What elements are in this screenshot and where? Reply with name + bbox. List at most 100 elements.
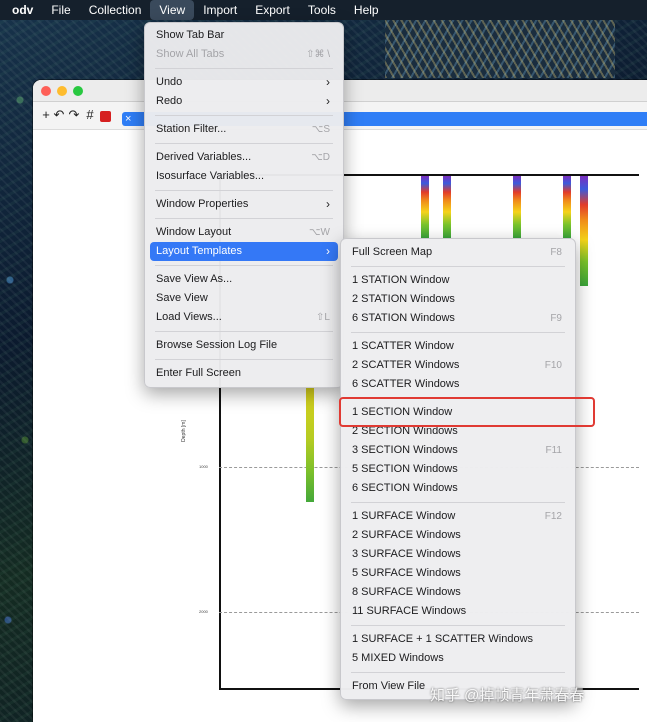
menu-tools[interactable]: Tools bbox=[299, 0, 345, 20]
submenu-item-6-section[interactable]: 6 SECTION Windows bbox=[346, 479, 570, 498]
submenu-item-6-station[interactable]: 6 STATION Windows F9 bbox=[346, 309, 570, 328]
menu-item-label: Redo bbox=[156, 95, 183, 107]
menu-separator bbox=[351, 502, 565, 503]
submenu-item-surface-scatter[interactable]: 1 SURFACE + 1 SCATTER Windows bbox=[346, 630, 570, 649]
menu-item-window-properties[interactable]: Window Properties › bbox=[150, 195, 338, 214]
grid-icon[interactable]: # bbox=[84, 108, 96, 122]
submenu-item-1-surface[interactable]: 1 SURFACE Window F12 bbox=[346, 507, 570, 526]
save-icon[interactable] bbox=[100, 111, 111, 122]
station-profile-bar[interactable] bbox=[580, 176, 588, 286]
redo-icon[interactable]: ↷ bbox=[68, 108, 80, 122]
menu-item-shortcut: ⌥D bbox=[311, 152, 330, 163]
menu-separator bbox=[351, 672, 565, 673]
submenu-item-11-surface[interactable]: 11 SURFACE Windows bbox=[346, 602, 570, 621]
menu-help[interactable]: Help bbox=[345, 0, 388, 20]
menu-item-window-layout[interactable]: Window Layout ⌥W bbox=[150, 223, 338, 242]
menu-separator bbox=[155, 190, 333, 191]
menu-separator bbox=[351, 332, 565, 333]
submenu-item-2-station[interactable]: 2 STATION Windows bbox=[346, 290, 570, 309]
view-menu: Show Tab Bar Show All Tabs ⇧⌘ \ Undo › R… bbox=[144, 22, 344, 388]
chevron-right-icon: › bbox=[326, 197, 330, 211]
submenu-item-3-section[interactable]: 3 SECTION Windows F11 bbox=[346, 441, 570, 460]
station-profile-bar[interactable] bbox=[563, 176, 571, 238]
menu-item-redo[interactable]: Redo › bbox=[150, 92, 338, 111]
menu-app-odv[interactable]: odv bbox=[10, 0, 42, 20]
menu-item-label: 2 STATION Windows bbox=[352, 293, 455, 305]
submenu-item-5-surface[interactable]: 5 SURFACE Windows bbox=[346, 564, 570, 583]
menu-collection[interactable]: Collection bbox=[80, 0, 151, 20]
menu-item-shortcut: F9 bbox=[550, 313, 562, 324]
submenu-item-1-scatter[interactable]: 1 SCATTER Window bbox=[346, 337, 570, 356]
menu-item-label: Station Filter... bbox=[156, 123, 227, 135]
menu-item-label: 3 SECTION Windows bbox=[352, 444, 458, 456]
layout-templates-submenu: Full Screen Map F8 1 STATION Window 2 ST… bbox=[340, 238, 576, 700]
menu-item-label: 8 SURFACE Windows bbox=[352, 586, 461, 598]
menu-view[interactable]: View bbox=[150, 0, 195, 20]
menu-item-load-views[interactable]: Load Views... ⇧L bbox=[150, 308, 338, 327]
chevron-right-icon: › bbox=[326, 94, 330, 108]
submenu-item-2-surface[interactable]: 2 SURFACE Windows bbox=[346, 526, 570, 545]
menu-import[interactable]: Import bbox=[194, 0, 246, 20]
menu-export[interactable]: Export bbox=[246, 0, 299, 20]
menu-item-save-view[interactable]: Save View bbox=[150, 289, 338, 308]
menu-separator bbox=[155, 359, 333, 360]
submenu-item-5-mixed[interactable]: 5 MIXED Windows bbox=[346, 649, 570, 668]
menu-separator bbox=[155, 218, 333, 219]
menu-item-label: 11 SURFACE Windows bbox=[352, 605, 467, 617]
wallpaper-patch bbox=[385, 20, 615, 78]
menu-item-label: Enter Full Screen bbox=[156, 367, 241, 379]
menu-item-label: Window Layout bbox=[156, 226, 232, 238]
menu-item-label: 6 SCATTER Windows bbox=[352, 378, 460, 390]
menu-file[interactable]: File bbox=[42, 0, 79, 20]
menu-item-layout-templates[interactable]: Layout Templates › bbox=[150, 242, 338, 261]
menu-bar: odv File Collection View Import Export T… bbox=[0, 0, 647, 20]
submenu-item-full-screen-map[interactable]: Full Screen Map F8 bbox=[346, 243, 570, 262]
undo-icon[interactable]: ↶ bbox=[53, 108, 65, 122]
menu-item-shortcut: F8 bbox=[550, 247, 562, 258]
menu-item-show-tab-bar[interactable]: Show Tab Bar bbox=[150, 26, 338, 45]
minimize-window-button[interactable] bbox=[57, 86, 67, 96]
close-window-button[interactable] bbox=[41, 86, 51, 96]
menu-item-derived-variables[interactable]: Derived Variables... ⌥D bbox=[150, 148, 338, 167]
highlight-annotation-box bbox=[339, 397, 595, 427]
y-tick-label-1000: 1000 bbox=[199, 464, 208, 469]
menu-item-label: Full Screen Map bbox=[352, 246, 433, 258]
menu-item-label: 6 SECTION Windows bbox=[352, 482, 458, 494]
menu-item-shortcut: ⌥W bbox=[309, 227, 330, 238]
station-profile-bar[interactable] bbox=[306, 386, 314, 502]
submenu-item-5-section[interactable]: 5 SECTION Windows bbox=[346, 460, 570, 479]
menu-item-browse-session-log[interactable]: Browse Session Log File bbox=[150, 336, 338, 355]
menu-item-label: Derived Variables... bbox=[156, 151, 252, 163]
submenu-item-2-scatter[interactable]: 2 SCATTER Windows F10 bbox=[346, 356, 570, 375]
menu-item-label: Browse Session Log File bbox=[156, 339, 278, 351]
submenu-item-1-station[interactable]: 1 STATION Window bbox=[346, 271, 570, 290]
menu-item-station-filter[interactable]: Station Filter... ⌥S bbox=[150, 120, 338, 139]
menu-separator bbox=[155, 143, 333, 144]
submenu-item-8-surface[interactable]: 8 SURFACE Windows bbox=[346, 583, 570, 602]
menu-item-label: 6 STATION Windows bbox=[352, 312, 455, 324]
menu-item-isosurface-variables[interactable]: Isosurface Variables... bbox=[150, 167, 338, 186]
menu-item-label: 1 SURFACE + 1 SCATTER Windows bbox=[352, 633, 534, 645]
menu-separator bbox=[155, 265, 333, 266]
menu-item-shortcut: F11 bbox=[545, 445, 563, 456]
submenu-item-3-surface[interactable]: 3 SURFACE Windows bbox=[346, 545, 570, 564]
chevron-right-icon: › bbox=[326, 75, 330, 89]
submenu-item-6-scatter[interactable]: 6 SCATTER Windows bbox=[346, 375, 570, 394]
menu-separator bbox=[155, 115, 333, 116]
menu-item-label: 1 SURFACE Window bbox=[352, 510, 456, 522]
station-profile-bar[interactable] bbox=[513, 176, 521, 238]
menu-item-save-view-as[interactable]: Save View As... bbox=[150, 270, 338, 289]
menu-item-label: 5 SURFACE Windows bbox=[352, 567, 461, 579]
menu-item-label: 5 MIXED Windows bbox=[352, 652, 444, 664]
zoom-window-button[interactable] bbox=[73, 86, 83, 96]
y-tick-label-2000: 2000 bbox=[199, 609, 208, 614]
plus-icon[interactable]: + bbox=[40, 108, 52, 122]
menu-item-label: 1 SCATTER Window bbox=[352, 340, 454, 352]
menu-item-undo[interactable]: Undo › bbox=[150, 73, 338, 92]
menu-item-shortcut: ⇧L bbox=[316, 312, 330, 323]
close-tab-icon[interactable]: × bbox=[125, 112, 131, 126]
menu-item-enter-full-screen[interactable]: Enter Full Screen bbox=[150, 364, 338, 383]
menu-item-label: Load Views... bbox=[156, 311, 222, 323]
station-profile-bar[interactable] bbox=[443, 176, 451, 238]
station-profile-bar[interactable] bbox=[421, 176, 429, 238]
